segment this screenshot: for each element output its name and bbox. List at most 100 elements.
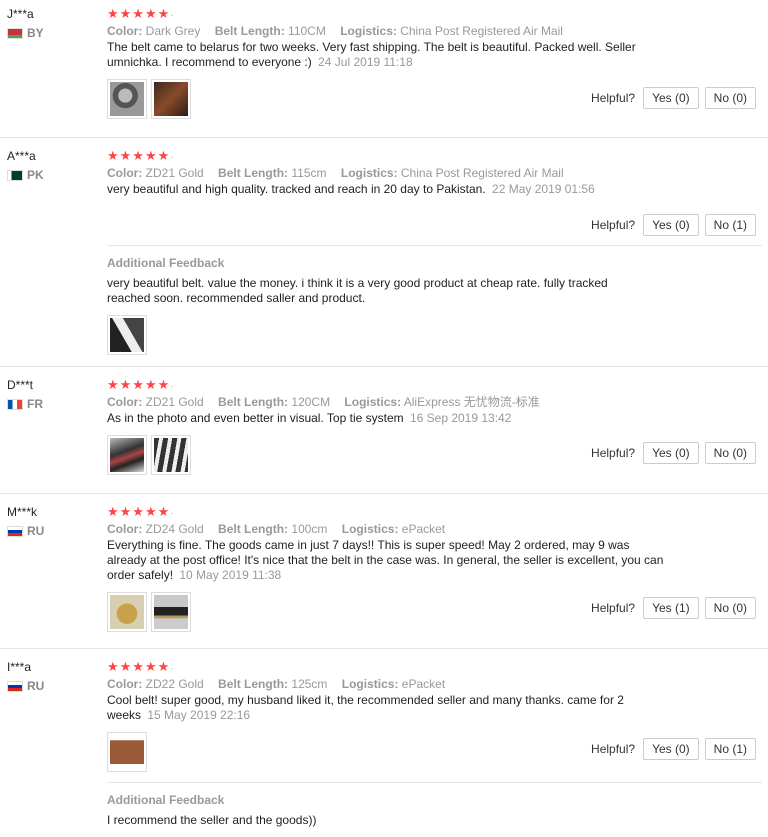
review-date: 22 May 2019 01:56 — [492, 182, 595, 196]
additional-feedback-text: very beautiful belt. value the money. i … — [107, 276, 608, 305]
belt-length-label: Belt Length: — [214, 24, 285, 38]
star-rating: ★★★★★· — [107, 377, 175, 392]
reviewer-country: PK — [7, 168, 97, 182]
belt-length-value: 125cm — [291, 677, 328, 691]
review-text: very beautiful and high quality. tracked… — [107, 182, 727, 197]
review-item: I***a RU ★★★★★· Color: ZD22 Gold Belt Le… — [0, 649, 768, 837]
logistics-value: AliExpress 无忧物流-标准 — [403, 395, 540, 409]
reviewer-name: D***t — [7, 378, 34, 392]
reviewer-info: I***a RU — [7, 659, 97, 693]
additional-feedback: Additional Feedback I recommend the sell… — [107, 782, 762, 828]
star-rating: ★★★★★· — [107, 504, 175, 519]
star-rating: ★★★★★· — [107, 6, 175, 21]
flag-icon — [7, 525, 23, 537]
helpful-votes: Helpful? Yes (0) No (1) — [591, 214, 756, 236]
country-code: RU — [27, 524, 45, 538]
helpful-no-button[interactable]: No (0) — [704, 597, 756, 619]
reviewer-country: BY — [7, 26, 97, 40]
logistics-label: Logistics: — [341, 677, 399, 691]
helpful-no-button[interactable]: No (1) — [704, 214, 756, 236]
reviewer-country: RU — [7, 679, 97, 693]
review-text: As in the photo and even better in visua… — [107, 411, 667, 426]
reviewer-name: A***a — [7, 149, 36, 163]
product-attributes: Color: ZD22 Gold Belt Length: 125cm Logi… — [107, 675, 762, 693]
logistics-label: Logistics: — [340, 24, 397, 38]
review-item: A***a PK ★★★★★· Color: ZD21 Gold Belt Le… — [0, 138, 768, 367]
review-photos — [107, 315, 762, 355]
helpful-no-button[interactable]: No (0) — [704, 442, 756, 464]
logistics-value: ePacket — [401, 522, 446, 536]
flag-icon — [7, 398, 23, 410]
helpful-yes-button[interactable]: Yes (0) — [643, 738, 699, 760]
color-value: Dark Grey — [145, 24, 201, 38]
review-photo[interactable] — [107, 592, 147, 632]
belt-length-value: 110CM — [288, 24, 326, 38]
color-label: Color: — [107, 522, 143, 536]
helpful-label: Helpful? — [591, 446, 636, 460]
flag-icon — [7, 169, 23, 181]
helpful-votes: Helpful? Yes (0) No (1) — [591, 738, 756, 760]
review-item: D***t FR ★★★★★· Color: ZD21 Gold Belt Le… — [0, 367, 768, 494]
review-text: Cool belt! super good, my husband liked … — [107, 693, 657, 723]
reviewer-info: D***t FR — [7, 377, 97, 411]
country-code: BY — [27, 26, 44, 40]
helpful-yes-button[interactable]: Yes (0) — [643, 87, 699, 109]
helpful-no-button[interactable]: No (0) — [704, 87, 756, 109]
color-value: ZD24 Gold — [145, 522, 204, 536]
logistics-label: Logistics: — [344, 395, 402, 409]
stars-icon: ★★★★★ — [107, 148, 171, 163]
review-content: ★★★★★· Color: ZD21 Gold Belt Length: 115… — [107, 148, 762, 355]
product-attributes: Color: ZD21 Gold Belt Length: 115cm Logi… — [107, 164, 762, 182]
country-code: FR — [27, 397, 43, 411]
review-photo[interactable] — [107, 315, 147, 355]
helpful-yes-button[interactable]: Yes (1) — [643, 597, 699, 619]
product-attributes: Color: ZD24 Gold Belt Length: 100cm Logi… — [107, 520, 762, 538]
belt-length-value: 115cm — [291, 166, 327, 180]
additional-feedback-title: Additional Feedback — [107, 256, 225, 270]
belt-length-label: Belt Length: — [218, 677, 289, 691]
review-date: 10 May 2019 11:38 — [179, 568, 282, 582]
reviewer-info: J***a BY — [7, 6, 97, 40]
color-value: ZD21 Gold — [145, 166, 204, 180]
logistics-value: China Post Registered Air Mail — [400, 166, 564, 180]
review-photo[interactable] — [107, 79, 147, 119]
review-photo[interactable] — [107, 435, 147, 475]
helpful-votes: Helpful? Yes (1) No (0) — [591, 597, 756, 619]
helpful-no-button[interactable]: No (1) — [704, 738, 756, 760]
belt-length-label: Belt Length: — [218, 522, 289, 536]
review-date: 24 Jul 2019 11:18 — [318, 55, 413, 69]
additional-feedback: Additional Feedback very beautiful belt.… — [107, 245, 762, 355]
logistics-label: Logistics: — [340, 166, 398, 180]
reviewer-info: A***a PK — [7, 148, 97, 182]
logistics-value: China Post Registered Air Mail — [400, 24, 563, 38]
belt-length-value: 100cm — [291, 522, 328, 536]
stars-icon: ★★★★★ — [107, 504, 171, 519]
color-label: Color: — [107, 677, 143, 691]
product-attributes: Color: Dark Grey Belt Length: 110CM Logi… — [107, 22, 762, 40]
review-text: The belt came to belarus for two weeks. … — [107, 40, 667, 70]
reviewer-name: M***k — [7, 505, 38, 519]
review-photo[interactable] — [151, 592, 191, 632]
helpful-votes: Helpful? Yes (0) No (0) — [591, 442, 756, 464]
stars-icon: ★★★★★ — [107, 377, 171, 392]
logistics-value: ePacket — [401, 677, 446, 691]
helpful-yes-button[interactable]: Yes (0) — [643, 442, 699, 464]
flag-icon — [7, 27, 23, 39]
review-photo[interactable] — [151, 435, 191, 475]
reviewer-country: RU — [7, 524, 97, 538]
helpful-yes-button[interactable]: Yes (0) — [643, 214, 699, 236]
review-date: 15 May 2019 22:16 — [147, 708, 251, 722]
reviewer-info: M***k RU — [7, 504, 97, 538]
additional-feedback-text: I recommend the seller and the goods)) — [107, 813, 317, 827]
color-label: Color: — [107, 166, 143, 180]
belt-length-label: Belt Length: — [218, 395, 289, 409]
helpful-votes: Helpful? Yes (0) No (0) — [591, 87, 756, 109]
additional-feedback-title: Additional Feedback — [107, 793, 225, 807]
star-rating: ★★★★★· — [107, 659, 175, 674]
reviewer-country: FR — [7, 397, 97, 411]
review-photo[interactable] — [151, 79, 191, 119]
review-photo[interactable] — [107, 732, 147, 772]
helpful-label: Helpful? — [591, 91, 636, 105]
reviewer-name: I***a — [7, 660, 32, 674]
helpful-label: Helpful? — [591, 601, 636, 615]
